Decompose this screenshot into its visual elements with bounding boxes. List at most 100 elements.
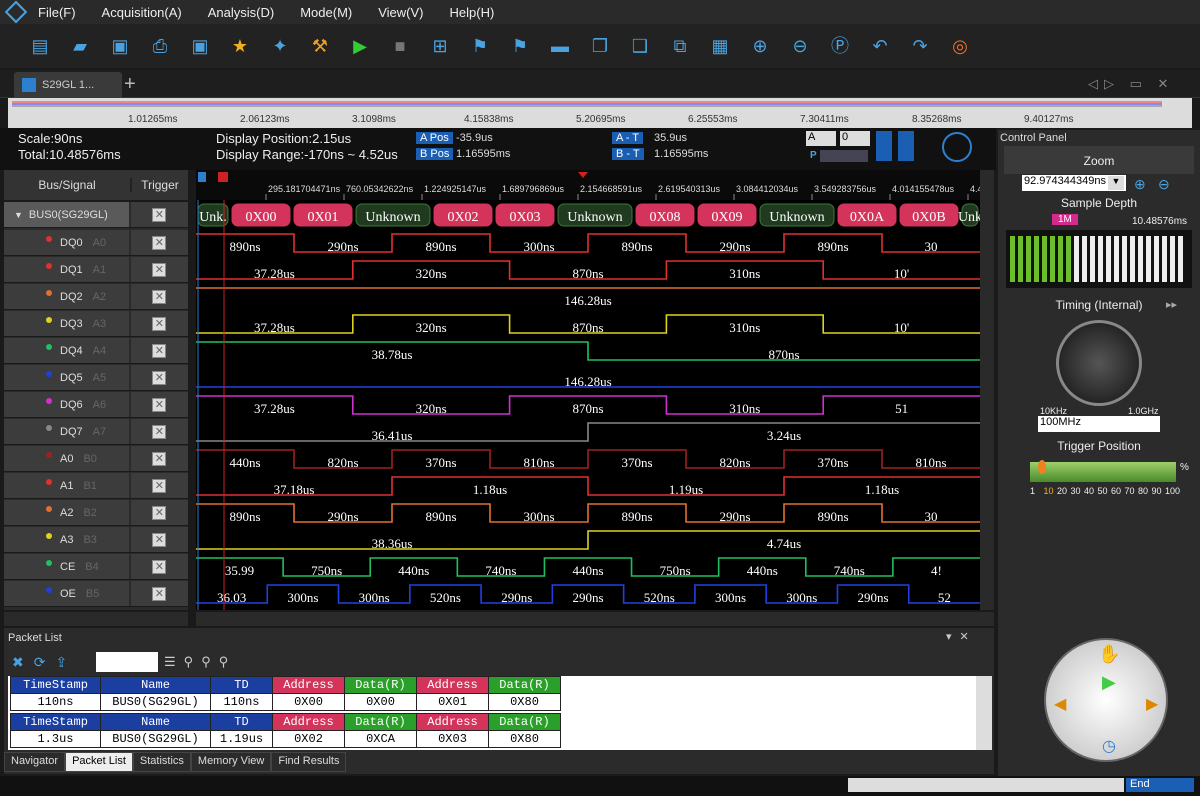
bus-cell[interactable]: 0X08 xyxy=(635,203,695,227)
new-tab-button[interactable]: + xyxy=(124,74,136,94)
stop-button[interactable]: ■ xyxy=(382,30,418,62)
trigger-marker[interactable] xyxy=(218,172,228,182)
signal-trace[interactable]: 37.28us 320ns 870ns 310ns 10' xyxy=(196,314,980,335)
marker-icon[interactable] xyxy=(876,131,892,161)
new-file-button[interactable]: ▤ xyxy=(22,30,58,62)
run-button[interactable]: ▶ xyxy=(342,30,378,62)
trigger-checkbox[interactable]: ✕ xyxy=(152,370,167,385)
signal-row[interactable]: DQ7 A7 ✕ xyxy=(4,419,188,445)
bus-cell[interactable]: Unknown xyxy=(355,203,431,227)
hand-icon[interactable]: ✋ xyxy=(1098,644,1120,665)
zoom-out-icon[interactable]: ⊖ xyxy=(1158,176,1170,193)
bus-cell[interactable]: 0X01 xyxy=(293,203,353,227)
menu-file[interactable]: File(F) xyxy=(38,5,76,20)
clear-icon[interactable]: ✖ xyxy=(12,654,24,671)
signal-trace[interactable]: 37.28us 320ns 870ns 310ns 10' xyxy=(196,260,980,281)
trigger-checkbox[interactable]: ✕ xyxy=(152,262,167,277)
paste-button[interactable]: ❑ xyxy=(622,30,658,62)
pan-right-icon[interactable]: ▶ xyxy=(1146,694,1158,714)
trigger-checkbox[interactable]: ✕ xyxy=(152,424,167,439)
waveform-view[interactable]: 295.181704471ns 760.05342622ns 1.224925147… xyxy=(196,170,980,610)
sample-rate-knob[interactable] xyxy=(1056,320,1142,406)
tab-session[interactable]: S29GL 1... xyxy=(14,72,122,98)
find-next-icon[interactable]: ⚲ xyxy=(219,654,229,670)
copy-button[interactable]: ❐ xyxy=(582,30,618,62)
zoom-fit-button[interactable]: Ⓟ xyxy=(822,30,858,62)
signal-trace[interactable]: 37.18us 1.18us 1.19us 1.18us xyxy=(196,476,980,497)
pin-icon[interactable] xyxy=(898,131,914,161)
packet-filter-input[interactable] xyxy=(96,652,158,672)
vertical-scrollbar[interactable] xyxy=(980,170,994,610)
cursor-a-select[interactable]: A xyxy=(806,131,836,146)
bus-cell[interactable]: Unk xyxy=(958,203,980,227)
bus-cell[interactable]: 0X00 xyxy=(231,203,291,227)
end-button[interactable]: End xyxy=(1126,778,1194,792)
clock-icon[interactable] xyxy=(942,132,972,162)
binary-button[interactable]: ▦ xyxy=(702,30,738,62)
trigger-checkbox[interactable]: ✕ xyxy=(152,289,167,304)
bus-cell[interactable]: Unknown xyxy=(759,203,835,227)
list-icon[interactable]: ☰ xyxy=(164,654,176,670)
menu-help[interactable]: Help(H) xyxy=(450,5,495,20)
trigger-checkbox[interactable]: ✕ xyxy=(152,343,167,358)
trigger-checkbox[interactable]: ✕ xyxy=(152,559,167,574)
expand-icon[interactable]: ▸▸ xyxy=(1166,298,1177,311)
settings-button[interactable]: ✦ xyxy=(262,30,298,62)
signal-scrollbar[interactable] xyxy=(4,612,188,626)
clock-small-icon[interactable]: ◷ xyxy=(1102,736,1116,756)
signal-row[interactable]: DQ3 A3 ✕ xyxy=(4,311,188,337)
help-ring-button[interactable]: ◎ xyxy=(942,30,978,62)
signal-trace[interactable]: 146.28us xyxy=(196,287,980,308)
signal-row[interactable]: A1 B1 ✕ xyxy=(4,473,188,499)
trigger-checkbox[interactable]: ✕ xyxy=(152,397,167,412)
menu-acquisition[interactable]: Acquisition(A) xyxy=(102,5,182,20)
cursor-index-select[interactable]: 0 xyxy=(840,131,870,146)
tools-button[interactable]: ⚒ xyxy=(302,30,338,62)
zoom-in-button[interactable]: ⊕ xyxy=(742,30,778,62)
trigger-checkbox[interactable]: ✕ xyxy=(152,451,167,466)
bottom-tab-packet-list[interactable]: Packet List xyxy=(65,752,133,772)
signal-row[interactable]: DQ5 A5 ✕ xyxy=(4,365,188,391)
add-marker-button[interactable]: ⊞ xyxy=(422,30,458,62)
p-field[interactable] xyxy=(820,150,868,162)
zoom-out-button[interactable]: ⊖ xyxy=(782,30,818,62)
bus-cell[interactable]: 0X0B xyxy=(899,203,959,227)
compare-button[interactable]: ⧉ xyxy=(662,30,698,62)
packet-row[interactable]: TimeStamp Name TD Address Data(R) Address Data… xyxy=(10,676,561,711)
horizontal-scrollbar[interactable] xyxy=(196,612,994,626)
bus-cell[interactable]: 0X0A xyxy=(837,203,897,227)
signal-row[interactable]: CE B4 ✕ xyxy=(4,554,188,580)
overview-ruler[interactable]: 1.01265ms 2.06123ms 3.1098ms 4.15838ms 5.206… xyxy=(8,98,1192,128)
signal-trace[interactable]: 38.78us 870ns xyxy=(196,341,980,362)
trigger-checkbox[interactable]: ✕ xyxy=(152,532,167,547)
signal-trace[interactable]: 890ns 290ns 890ns 300ns 890ns 290ns 890ns 30 xyxy=(196,503,980,524)
trigger-checkbox[interactable]: ✕ xyxy=(152,316,167,331)
refresh-icon[interactable]: ⟳ xyxy=(34,654,46,671)
signal-row[interactable]: DQ6 A6 ✕ xyxy=(4,392,188,418)
trigger-checkbox[interactable]: ✕ xyxy=(152,478,167,493)
signal-trace[interactable]: 440ns 820ns 370ns 810ns 370ns 820ns 370ns 810ns xyxy=(196,449,980,470)
packet-scrollbar[interactable] xyxy=(976,676,992,750)
signal-trace[interactable]: 146.28us xyxy=(196,374,980,389)
trigger-checkbox[interactable]: ✕ xyxy=(152,235,167,250)
trigger-checkbox[interactable]: ✕ xyxy=(152,505,167,520)
sample-rate-select[interactable]: 100MHz xyxy=(1038,416,1160,432)
bottom-tab-find-results[interactable]: Find Results xyxy=(271,752,347,772)
trigger-checkbox[interactable]: ✕ xyxy=(152,586,167,601)
find-prev-icon[interactable]: ⚲ xyxy=(201,654,211,670)
signal-trace[interactable]: 38.36us 4.74us xyxy=(196,530,980,551)
signal-row[interactable]: DQ1 A1 ✕ xyxy=(4,257,188,283)
bus-cell[interactable]: 0X03 xyxy=(495,203,555,227)
signal-trace[interactable]: 35.99 750ns 440ns 740ns 440ns 750ns 440ns 740ns… xyxy=(196,557,980,578)
bus-expand-icon[interactable]: ▼ xyxy=(14,210,23,220)
zoom-dropdown-icon[interactable]: ▼ xyxy=(1108,176,1124,190)
zoom-in-icon[interactable]: ⊕ xyxy=(1134,176,1146,193)
menu-mode[interactable]: Mode(M) xyxy=(300,5,352,20)
undo-button[interactable]: ↶ xyxy=(862,30,898,62)
bus-trigger-checkbox[interactable]: ✕ xyxy=(152,207,167,222)
navigation-wheel[interactable]: ✋ ▶ ◀ ▶ ◷ xyxy=(1044,638,1168,762)
signal-row[interactable]: A2 B2 ✕ xyxy=(4,500,188,526)
print-button[interactable]: ⎙ xyxy=(142,30,178,62)
play-icon[interactable]: ▶ xyxy=(1102,672,1116,693)
signal-row[interactable]: A3 B3 ✕ xyxy=(4,527,188,553)
